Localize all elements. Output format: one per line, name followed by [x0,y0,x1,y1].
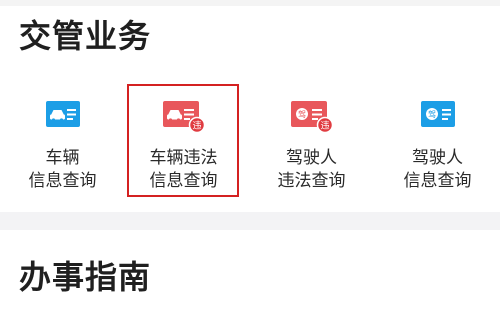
service-driver-violation[interactable]: 驾 违 驾驶人 违法查询 [254,88,369,204]
svg-text:驾: 驾 [428,109,436,119]
driver-card-icon: 驾 [420,99,455,129]
car-card-icon [45,99,80,129]
services-grid: 车辆 信息查询 违 车辆违法 信息查询 驾 违 驾驶人 违法查询 驾 驾驶人 信… [0,88,500,204]
section-title-guide: 办事指南 [19,258,152,296]
car-violation-icon: 违 [162,97,205,134]
section-divider [0,212,500,230]
service-label: 车辆 信息查询 [28,148,97,191]
svg-text:违: 违 [320,121,329,132]
svg-text:驾: 驾 [298,109,306,119]
section-title-traffic-services: 交管业务 [19,17,152,55]
svg-text:违: 违 [192,121,201,132]
service-driver-info[interactable]: 驾 驾驶人 信息查询 [380,88,495,204]
top-strip [0,0,500,6]
service-label: 驾驶人 信息查询 [403,148,472,191]
service-vehicle-violation[interactable]: 违 车辆违法 信息查询 [126,88,241,204]
driver-violation-icon: 驾 违 [290,97,333,134]
service-label: 车辆违法 信息查询 [149,148,218,191]
service-vehicle-info[interactable]: 车辆 信息查询 [5,88,120,204]
service-label: 驾驶人 违法查询 [277,148,346,191]
